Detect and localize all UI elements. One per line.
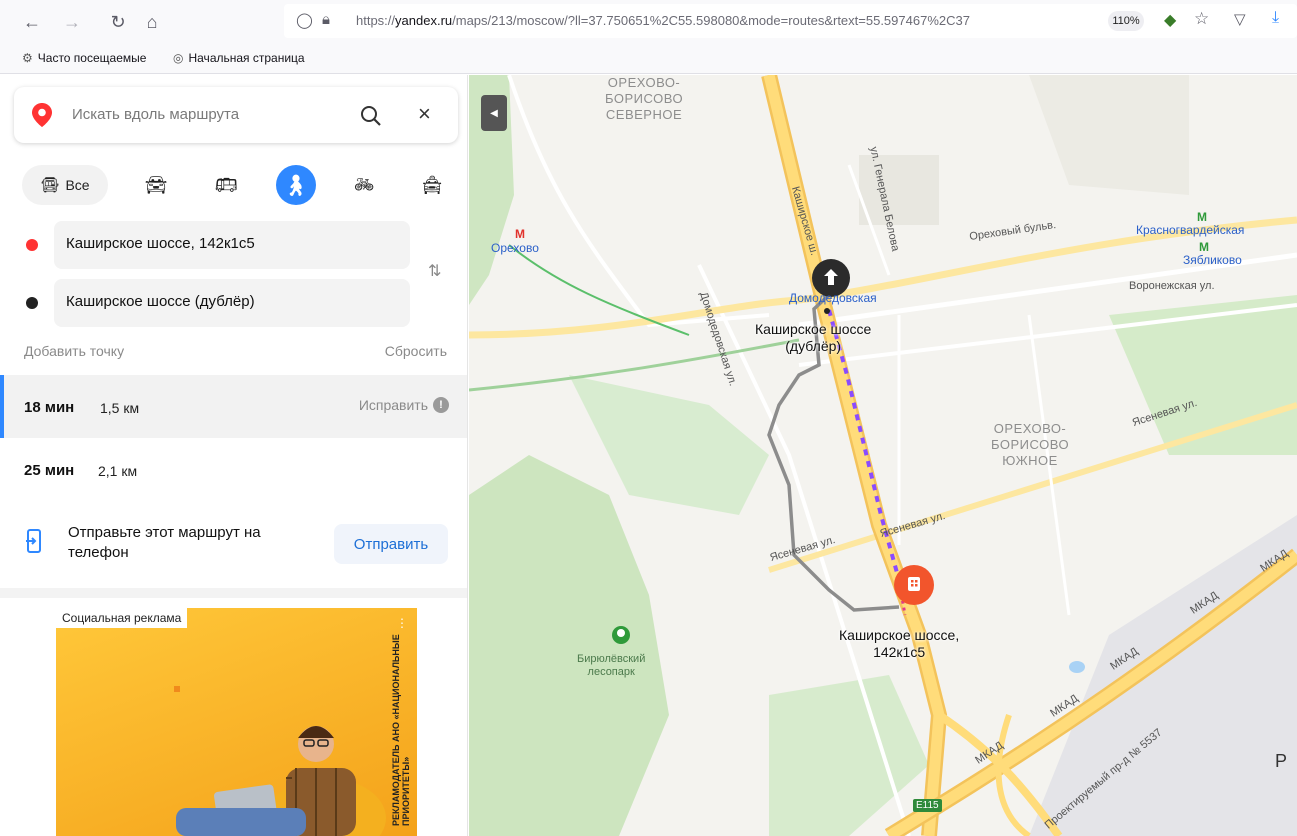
fix-label: Исправить [358,397,428,413]
svg-text:M: M [1197,210,1207,224]
route-option-2[interactable]: 25 мин 2,1 км [0,438,467,501]
route-sidebar: Искать вдоль маршрута × 🚍︎ Все 🚘︎ 🚌︎ 🚶︎ … [0,75,468,836]
ad-label: Социальная реклама [56,608,188,628]
taxi-icon: 🚖︎ [420,174,444,195]
send-to-phone-text: Отправьте этот маршрут на телефон [68,524,261,561]
metro-label: Домодедовская [789,291,877,305]
route-option-1[interactable]: 18 мин 1,5 км Исправить ! [0,375,467,438]
lock-icon[interactable]: 🔒︎ [322,11,330,28]
route-time: 25 мин [24,462,75,479]
more-icon[interactable]: ⋮ [396,616,408,630]
fix-route-button[interactable]: Исправить ! [359,397,449,413]
route-point-to: Каширское шоссе (дублёр) [18,279,410,327]
map-letter-label: Р [1275,751,1288,771]
ad-advertiser-text: РЕКЛАМОДАТЕЛЬ АНО «НАЦИОНАЛЬНЫЕ ПРИОРИТЕ… [391,634,411,826]
location-pin-icon [32,103,52,127]
route-distance: 2,1 км [98,463,138,479]
download-icon[interactable]: ⤓ [1272,9,1279,27]
bicycle-icon: 🚲︎ [353,177,375,194]
car-icon: 🚘︎ [144,174,168,195]
street-label: Воронежская ул. [1129,280,1215,292]
phone-icon [26,529,41,553]
to-text: Каширское шоссе (дублёр) [66,293,255,310]
route-time: 18 мин [24,399,75,416]
forward-icon[interactable]: → [58,8,86,36]
district-label: ОРЕХОВО- БОРИСОВО ЮЖНОЕ [991,421,1070,468]
add-point-link[interactable]: Добавить точку [24,343,124,359]
mode-bike-button[interactable]: 🚲︎ [344,165,384,205]
search-icon[interactable] [360,105,382,127]
park-label: Бирюлёвский лесопарк [577,653,646,678]
gear-icon: ⚙ [22,51,33,65]
route-end-label: Каширское шоссе (дублёр) [755,321,872,354]
bookmark-home[interactable]: ◎ Начальная страница [173,51,305,65]
metro-label: Зябликово [1183,253,1242,267]
from-dot-icon [26,239,38,251]
globe-icon: ◎ [173,51,184,65]
metro-label: Красногвардейская [1136,223,1245,237]
collapse-panel-button[interactable]: ◀ [481,95,507,131]
all-transport-icon: 🚍︎ [40,177,60,194]
mode-all-label: Все [65,177,90,193]
star-icon[interactable]: ☆ [1194,9,1209,29]
separator [0,588,467,598]
pedestrian-icon: 🚶︎ [283,174,309,197]
from-text: Каширское шоссе, 142к1с5 [66,235,255,252]
metro-label: Орехово [491,241,539,255]
reload-icon[interactable]: ↻ [104,8,132,36]
pocket-icon[interactable]: ▽ [1234,10,1246,28]
mode-car-button[interactable]: 🚘︎ [136,165,176,205]
mode-walk-button[interactable]: 🚶︎ [276,165,316,205]
zoom-indicator[interactable]: 110% [1108,11,1144,31]
ad-decor [174,686,180,692]
send-button[interactable]: Отправить [334,524,448,564]
reset-link[interactable]: Сбросить [385,343,447,359]
to-field[interactable]: Каширское шоссе (дублёр) [54,279,410,327]
route-search-box[interactable]: Искать вдоль маршрута × [14,87,458,143]
route-distance: 1,5 км [100,400,140,416]
to-dot-icon [26,297,38,309]
svg-text:M: M [515,227,525,241]
url-text[interactable]: https://yandex.ru/maps/213/moscow/?ll=37… [356,13,1116,28]
home-icon[interactable]: ⌂ [138,8,166,36]
bookmark-label: Начальная страница [188,51,305,65]
exclamation-icon: ! [433,397,449,413]
browser-toolbar: ← → ↻ ⌂ ◯ 🔒︎ https://yandex.ru/maps/213/… [0,0,1297,44]
bus-icon: 🚌︎ [214,174,238,195]
bookmark-frequent[interactable]: ⚙ Часто посещаемые [22,51,146,65]
road-number-badge: E115 [913,799,942,812]
search-input[interactable]: Искать вдоль маршрута [72,106,239,123]
mode-all-button[interactable]: 🚍︎ Все [22,165,108,205]
mode-taxi-button[interactable]: 🚖︎ [412,165,452,205]
bookmark-label: Часто посещаемые [37,51,147,65]
ad-person-illustration [176,726,386,836]
route-point-from: Каширское шоссе, 142к1с5 [18,221,410,269]
back-icon[interactable]: ← [18,8,46,36]
url-bar[interactable]: ◯ 🔒︎ https://yandex.ru/maps/213/moscow/?… [284,4,1297,38]
close-icon[interactable]: × [418,101,431,127]
route-start-label: Каширское шоссе, 142к1с5 [839,627,960,660]
mode-bus-button[interactable]: 🚌︎ [206,165,246,205]
district-label: ОРЕХОВО- БОРИСОВО СЕВЕРНОЕ [605,75,684,122]
map-view[interactable]: M M M ◀ ОРЕХОВО- БОРИСОВО СЕВЕРНОЕ ОРЕХО… [469,75,1297,836]
svg-text:M: M [1199,240,1209,254]
from-field[interactable]: Каширское шоссе, 142к1с5 [54,221,410,269]
swap-points-icon[interactable]: ⇅ [428,261,441,281]
extension-icon[interactable]: ◆ [1164,10,1176,30]
send-to-phone-block: Отправьте этот маршрут на телефон Отправ… [0,505,467,585]
social-ad-banner[interactable]: Социальная реклама РЕКЛАМОДАТЕЛЬ АНО «НА… [56,608,417,836]
shield-icon[interactable]: ◯ [296,11,313,29]
